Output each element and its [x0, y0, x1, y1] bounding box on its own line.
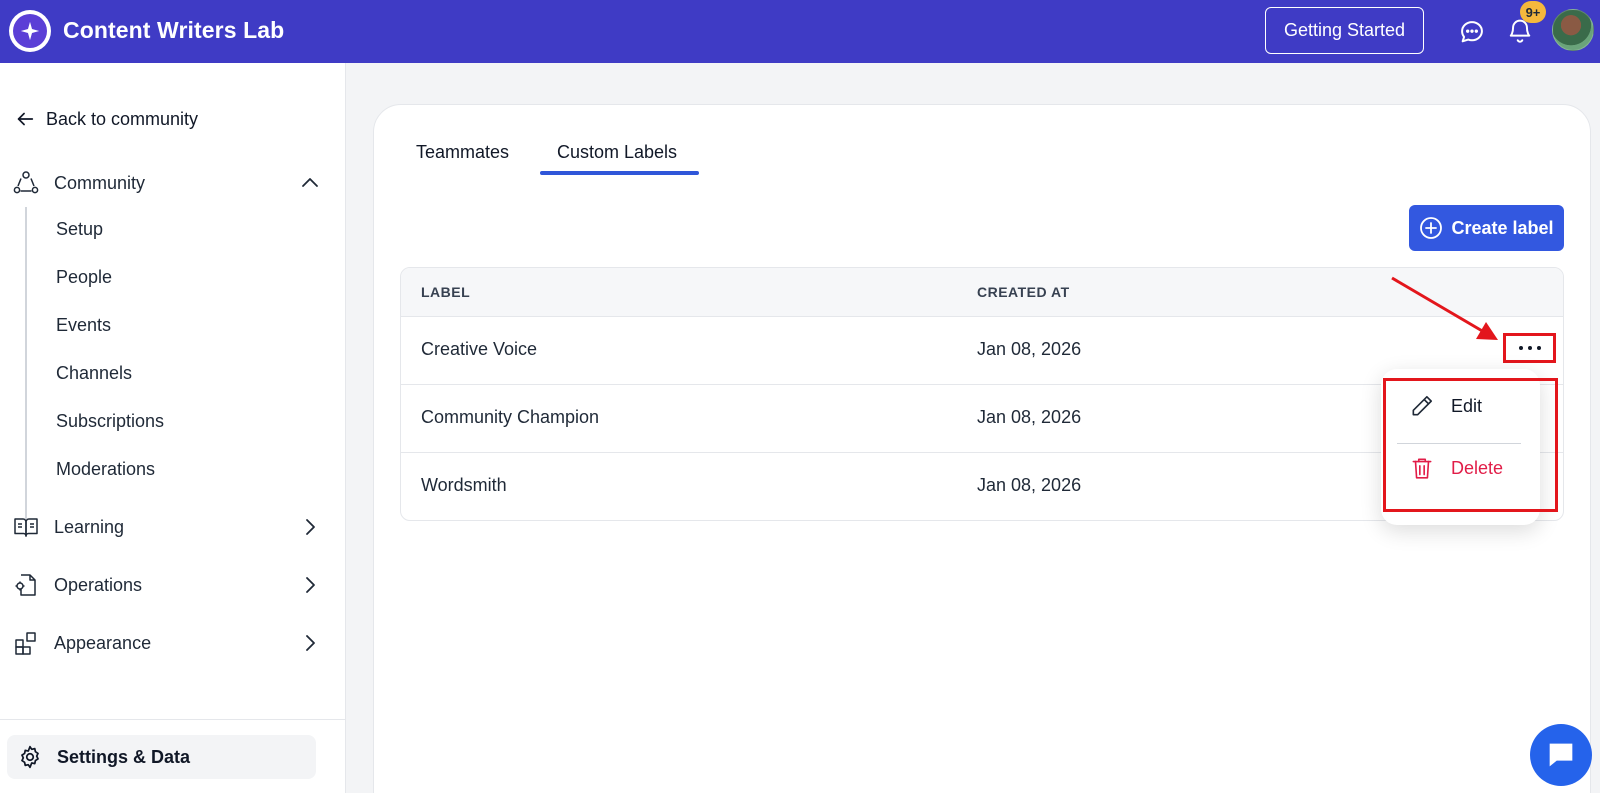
sidebar-item-label: Learning — [54, 516, 125, 537]
sidebar-item-events[interactable]: Events — [56, 315, 111, 336]
edit-label: Edit — [1451, 395, 1483, 416]
app-title[interactable]: Content Writers Lab — [63, 17, 284, 44]
community-icon — [13, 171, 39, 194]
menu-divider — [1397, 443, 1521, 444]
sidebar-item-learning[interactable]: Learning — [12, 507, 322, 547]
cell-created-at: Jan 08, 2026 — [977, 339, 1082, 359]
annotation-arrow — [1391, 276, 1498, 340]
column-header-label: LABEL — [421, 284, 471, 300]
sidebar-divider — [0, 719, 346, 720]
book-icon — [14, 518, 38, 537]
brand-logo-icon[interactable] — [9, 10, 51, 52]
support-chat-button[interactable] — [1530, 724, 1592, 786]
chevron-right-icon[interactable] — [298, 515, 322, 539]
chat-icon — [1549, 743, 1573, 767]
create-label-text: Create label — [1451, 217, 1554, 238]
sidebar-item-setup[interactable]: Setup — [56, 219, 103, 240]
menu-item-delete[interactable]: Delete — [1409, 455, 1503, 481]
tab-teammates[interactable]: Teammates — [416, 142, 509, 163]
sidebar-item-operations[interactable]: Operations — [12, 565, 322, 605]
more-dot — [1536, 346, 1541, 350]
arrow-left-icon — [17, 112, 34, 126]
user-avatar[interactable] — [1552, 9, 1594, 51]
sidebar-item-settings[interactable]: Settings & Data — [7, 735, 316, 779]
tab-custom-labels[interactable]: Custom Labels — [557, 142, 677, 163]
cell-created-at: Jan 08, 2026 — [977, 475, 1082, 495]
more-dot — [1527, 346, 1532, 350]
sidebar-item-moderations[interactable]: Moderations — [56, 459, 155, 480]
cell-label: Community Champion — [421, 407, 600, 427]
chevron-right-icon[interactable] — [298, 573, 322, 597]
menu-item-edit[interactable]: Edit — [1409, 393, 1482, 419]
create-label-button[interactable]: Create label — [1409, 205, 1564, 251]
sidebar-item-appearance[interactable]: Appearance — [12, 623, 322, 663]
layout-icon — [15, 632, 36, 655]
row-actions-menu: Edit Delete — [1381, 369, 1540, 525]
cell-label: Creative Voice — [421, 339, 538, 359]
cell-label: Wordsmith — [421, 475, 507, 495]
back-to-community-link[interactable]: Back to community — [14, 108, 198, 130]
cell-created-at: Jan 08, 2026 — [977, 407, 1082, 427]
sidebar-item-label: Appearance — [54, 632, 152, 653]
sidebar-item-people[interactable]: People — [56, 267, 112, 288]
submenu-guide-line — [25, 207, 27, 519]
chevron-up-icon[interactable] — [298, 171, 322, 195]
chevron-right-icon[interactable] — [298, 631, 322, 655]
more-dot — [1518, 346, 1523, 350]
sidebar-item-channels[interactable]: Channels — [56, 363, 132, 384]
active-tab-indicator — [540, 171, 699, 175]
pencil-icon — [1412, 395, 1433, 416]
sidebar-item-label: Community — [54, 172, 146, 193]
back-link-label: Back to community — [46, 108, 199, 129]
trash-icon — [1412, 458, 1432, 479]
sidebar-item-label: Operations — [54, 574, 143, 595]
settings-label: Settings & Data — [57, 746, 191, 767]
delete-label: Delete — [1451, 457, 1504, 478]
row-actions-button[interactable] — [1503, 333, 1556, 363]
chat-bubble-icon[interactable] — [1458, 18, 1486, 46]
table-header: LABEL CREATED AT — [401, 268, 1563, 317]
sidebar-item-subscriptions[interactable]: Subscriptions — [56, 411, 164, 432]
top-bar: Content Writers Lab Getting Started 9+ — [0, 0, 1600, 63]
gear-file-icon — [15, 574, 36, 596]
plus-circle-icon — [1420, 217, 1443, 239]
column-header-created-at: CREATED AT — [977, 284, 1070, 300]
sidebar-item-community[interactable]: Community — [12, 163, 322, 203]
notification-badge: 9+ — [1520, 1, 1546, 23]
gear-icon — [21, 745, 39, 769]
sidebar: Back to community Community Setup People… — [0, 63, 346, 793]
getting-started-button[interactable]: Getting Started — [1265, 7, 1424, 54]
